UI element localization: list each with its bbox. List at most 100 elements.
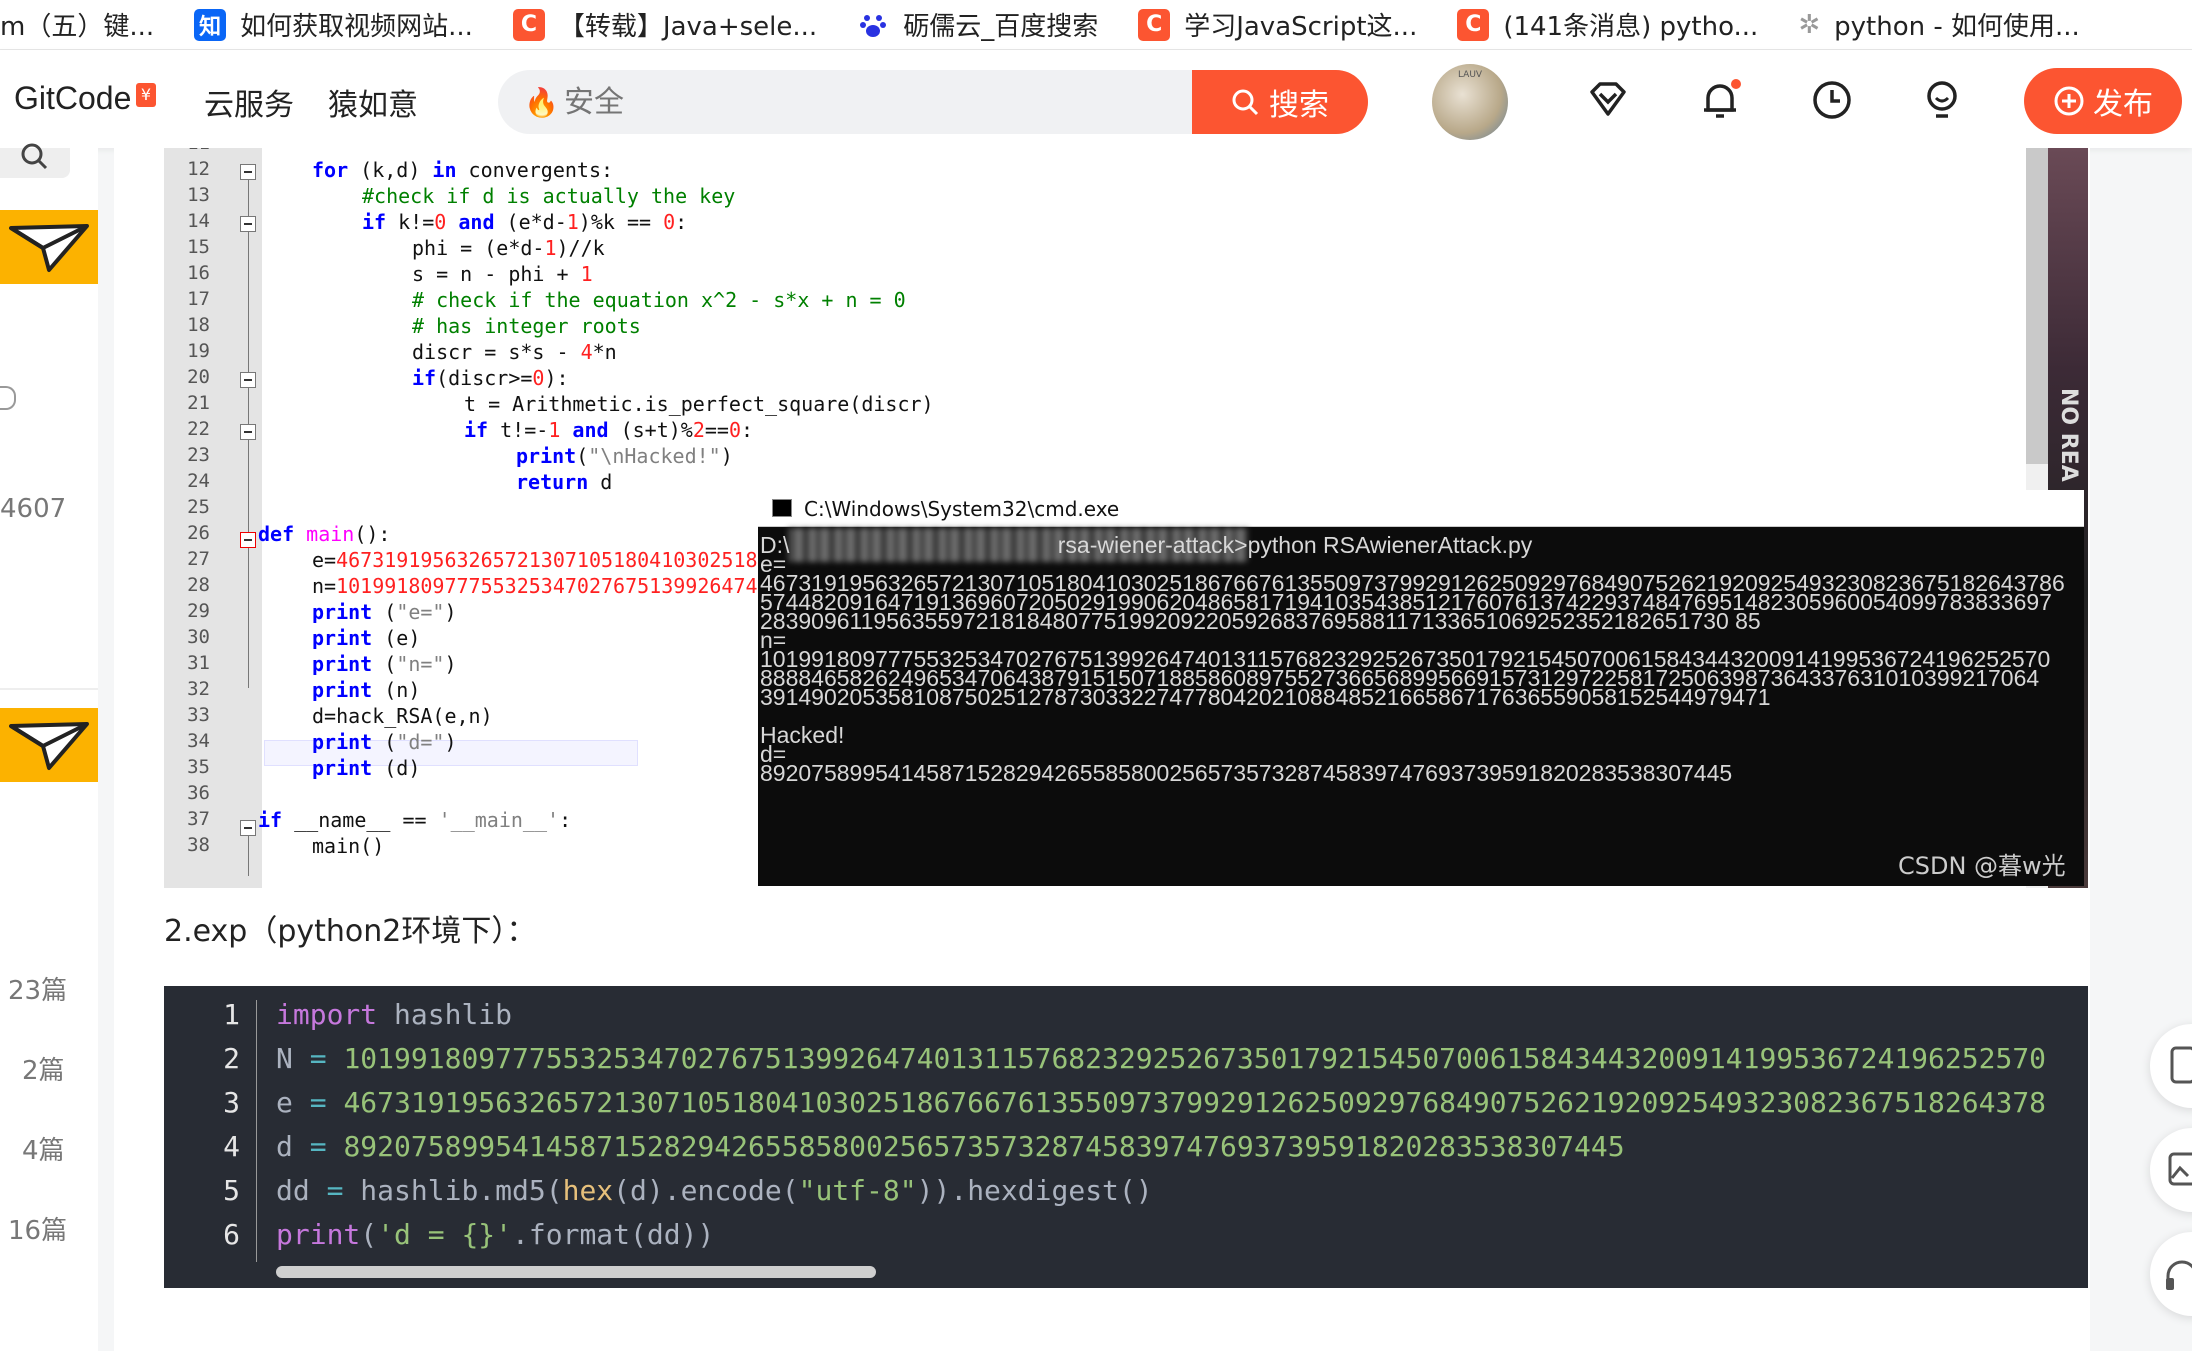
fold-marker: [240, 164, 256, 180]
line-number: 14: [187, 210, 210, 232]
code-line: s = n - phi + 1: [412, 262, 593, 286]
bookmark-1[interactable]: m（五）键...: [0, 6, 154, 43]
bookmark-7[interactable]: ✲ python - 如何使用...: [1798, 6, 2079, 43]
line-number: 16: [187, 262, 210, 284]
category-count[interactable]: 2篇: [22, 1050, 65, 1087]
line-number: 21: [187, 392, 210, 414]
fold-marker: [240, 372, 256, 388]
editor-scrollbar-thumb[interactable]: [2026, 148, 2048, 464]
code-block: 1 2 3 4 5 6 import hashlib N = 10199180977755…: [164, 986, 2088, 1288]
line-number: 22: [187, 418, 210, 440]
search-button-label: 搜索: [1269, 88, 1329, 123]
code-block-line-number: 1: [223, 998, 240, 1031]
code-line: if k!=0 and (e*d-1)%k == 0:: [362, 210, 688, 234]
cmd-titlebar[interactable]: C:\Windows\System32\cmd.exe: [758, 490, 2084, 527]
line-number: 37: [187, 808, 210, 830]
search-button[interactable]: 搜索: [1192, 70, 1368, 134]
line-number: 12: [187, 158, 210, 180]
bookmark-6[interactable]: C (141条消息) pytho...: [1457, 6, 1758, 43]
nav-cloud[interactable]: 云服务: [204, 80, 294, 124]
toolbar-image-button[interactable]: [2150, 1128, 2192, 1212]
logo[interactable]: GitCode: [14, 80, 131, 117]
d-value: 8920758995414587152829426558580025657357…: [343, 1130, 1625, 1163]
line-number: 20: [187, 366, 210, 388]
bookmark-3[interactable]: C 【转载】Java+sele...: [512, 6, 818, 43]
fold-marker: [240, 532, 256, 548]
category-count[interactable]: 16篇: [8, 1210, 67, 1247]
category-count[interactable]: 4篇: [22, 1130, 65, 1167]
code-line: main(): [312, 834, 385, 858]
category-count[interactable]: 23篇: [8, 970, 67, 1007]
code-line: #check if d is actually the key: [362, 184, 736, 208]
bookmark-4[interactable]: 砺儒云_百度搜索: [857, 6, 1098, 43]
bookmark-label: 砺儒云_百度搜索: [903, 12, 1099, 42]
line-number: 36: [187, 782, 210, 804]
fold-marker: [240, 216, 256, 232]
bookmarks-bar: m（五）键... 知如何获取视频网站... C 【转载】Java+sele... …: [0, 0, 2192, 50]
line-number: 32: [187, 678, 210, 700]
vip-icon[interactable]: [1586, 78, 1630, 122]
line-number: 19: [187, 340, 210, 362]
csdn-watermark: CSDN @暮w光: [1898, 852, 2066, 880]
code-line: print("\nHacked!"): [516, 444, 733, 468]
search-icon[interactable]: [0, 143, 70, 178]
line-number: 15: [187, 236, 210, 258]
search-icon: [1232, 89, 1259, 116]
idea-bulb-icon[interactable]: [1920, 78, 1964, 122]
cmd-line: 2839096119563559721818480775199209220592…: [760, 608, 1761, 634]
bookmark-label: 如何获取视频网站...: [240, 12, 473, 42]
line-number: 17: [187, 288, 210, 310]
line-number: 27: [187, 548, 210, 570]
side-text: NO REA: [2056, 388, 2081, 482]
line-number: 28: [187, 574, 210, 596]
code-block-line: e = 467319195632657213071051804103025186…: [276, 1086, 2047, 1119]
e-value: 4673191956326572130710518041030251867667…: [343, 1086, 2047, 1119]
bookmark-2[interactable]: 知如何获取视频网站...: [194, 6, 473, 43]
toolbar-headset-button[interactable]: [2150, 1232, 2192, 1316]
sidebar-number: 4607: [0, 494, 67, 524]
nav-yuanruyi[interactable]: 猿如意: [328, 80, 418, 124]
line-number: 24: [187, 470, 210, 492]
terminal-icon: [772, 499, 792, 517]
code-line: print (e): [312, 626, 421, 650]
site-header: GitCode ¥ 云服务 猿如意 🔥 搜索 LAUV 发布: [0, 50, 2192, 148]
code-line: discr = s*s - 4*n: [412, 340, 617, 364]
notification-bell-icon[interactable]: [1698, 78, 1742, 122]
code-line: return d: [516, 470, 613, 494]
code-block-line: d = 892075899541458715282942655858002565…: [276, 1130, 1625, 1163]
line-number: 13: [187, 184, 210, 206]
left-sidebar: 4607 23篇 2篇 4篇 16篇: [0, 143, 98, 1351]
paper-plane-icon[interactable]: [0, 708, 98, 782]
code-line: # check if the equation x^2 - s*x + n = …: [412, 288, 906, 312]
cmd-window: C:\Windows\System32\cmd.exe D:\ rsa-wien…: [758, 490, 2084, 886]
publish-button[interactable]: 发布: [2024, 68, 2182, 134]
code-line: def main():: [258, 522, 391, 546]
code-line: if __name__ == '__main__':: [258, 808, 572, 832]
search-input[interactable]: [562, 84, 1166, 121]
code-block-line-number: 2: [223, 1042, 240, 1075]
code-block-line: print('d = {}'.format(dd)): [276, 1218, 715, 1251]
fold-line: [248, 548, 249, 688]
segmentfault-icon: ✲: [1798, 9, 1821, 40]
bookmark-label: (141条消息) pytho...: [1503, 12, 1759, 42]
bookmark-5[interactable]: C 学习JavaScript这...: [1138, 6, 1417, 43]
fold-marker: [240, 424, 256, 440]
bookmark-label: 学习JavaScript这...: [1184, 12, 1418, 42]
csdn-icon: C: [512, 8, 545, 41]
paper-plane-icon[interactable]: [0, 210, 98, 284]
code-block-line: dd = hashlib.md5(hex(d).encode("utf-8"))…: [276, 1174, 1153, 1207]
bookmark-label: 【转载】Java+sele...: [558, 12, 818, 42]
avatar[interactable]: LAUV: [1432, 64, 1508, 140]
code-block-scrollbar[interactable]: [276, 1266, 876, 1278]
code-block-line-number: 5: [223, 1174, 240, 1207]
code-line: if(discr>=0):: [412, 366, 569, 390]
line-number: 30: [187, 626, 210, 648]
line-number: 29: [187, 600, 210, 622]
line-number: 25: [187, 496, 210, 518]
n-value: 1019918097775532534702767513992647401311…: [343, 1042, 2047, 1075]
section-heading: 2.exp（python2环境下）：: [164, 914, 537, 949]
toolbar-share-button[interactable]: [2150, 1024, 2192, 1108]
code-line: print ("e="): [312, 600, 457, 624]
history-clock-icon[interactable]: [1810, 78, 1854, 122]
code-line: # has integer roots: [412, 314, 641, 338]
